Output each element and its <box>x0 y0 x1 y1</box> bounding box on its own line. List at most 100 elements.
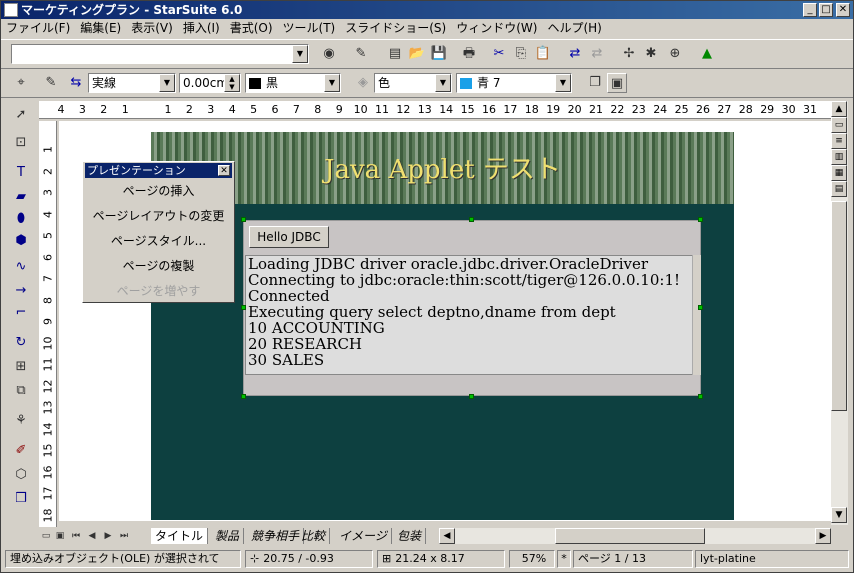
next-page-icon[interactable]: ▶ <box>101 527 115 545</box>
effects-icon[interactable]: ✐ <box>11 441 31 461</box>
alignment-icon[interactable]: ⊞ <box>11 357 31 377</box>
view-mode-icon[interactable]: ▦ <box>831 165 847 181</box>
extrusion-icon[interactable]: ❒ <box>11 489 31 509</box>
copy-icon[interactable]: ⎘ <box>511 44 531 64</box>
text-icon[interactable]: T <box>11 163 31 183</box>
status-zoom[interactable]: 57% <box>509 550 555 568</box>
spin-icon[interactable]: ▲ ▼ <box>224 74 240 92</box>
selection-handle[interactable] <box>469 217 474 222</box>
paste-icon[interactable]: 📋 <box>533 44 553 64</box>
app-icon[interactable] <box>4 3 18 17</box>
chevron-down-icon[interactable]: ▼ <box>324 74 340 92</box>
gallery-icon[interactable]: ⊕ <box>665 44 685 64</box>
prev-page-icon[interactable]: ◀ <box>85 527 99 545</box>
expand-page-item[interactable]: ページを増やす <box>85 282 232 299</box>
page-view-icon[interactable]: ▭ <box>39 527 53 545</box>
tab-comparison[interactable]: 比較 <box>297 528 331 544</box>
redo-icon[interactable]: ⇄ <box>587 44 607 64</box>
area-icon[interactable]: ◈ <box>353 73 373 93</box>
points-icon[interactable]: ⌖ <box>11 73 31 93</box>
stylist-icon[interactable]: ✱ <box>641 44 661 64</box>
close-icon[interactable]: ✕ <box>836 3 850 17</box>
selection-handle[interactable] <box>698 217 703 222</box>
chevron-down-icon[interactable]: ▼ <box>435 74 451 92</box>
view-mode-icon[interactable]: ▥ <box>831 149 847 165</box>
change-layout-item[interactable]: ページレイアウトの変更 <box>85 207 232 224</box>
tab-title[interactable]: タイトル <box>151 528 209 544</box>
master-view-icon[interactable]: ▣ <box>53 527 67 545</box>
menu-item-3[interactable]: 挿入(I) <box>178 19 225 38</box>
horizontal-scrollbar[interactable] <box>455 528 815 544</box>
first-page-icon[interactable]: ⏮ <box>69 527 83 545</box>
menu-item-8[interactable]: ヘルプ(H) <box>542 19 606 38</box>
stop-icon[interactable]: ◉ <box>319 44 339 64</box>
view-mode-icon[interactable]: ▭ <box>831 117 847 133</box>
duplicate-page-item[interactable]: ページの複製 <box>85 257 232 274</box>
undo-icon[interactable]: ⇄ <box>565 44 585 64</box>
insert-page-item[interactable]: ページの挿入 <box>85 182 232 199</box>
scroll-thumb[interactable] <box>831 201 847 411</box>
applet-scrollbar[interactable] <box>692 255 701 375</box>
menu-item-5[interactable]: ツール(T) <box>278 19 341 38</box>
scroll-left-icon[interactable]: ◀ <box>439 528 455 544</box>
selection-handle[interactable] <box>241 217 246 222</box>
insert-icon[interactable]: ⚘ <box>11 411 31 431</box>
scroll-right-icon[interactable]: ▶ <box>815 528 831 544</box>
print-icon[interactable]: 🖶 <box>459 44 479 64</box>
save-icon[interactable]: 💾 <box>429 44 449 64</box>
rectangle-icon[interactable]: ▰ <box>11 187 31 207</box>
arrange-icon[interactable]: ⧉ <box>11 381 31 401</box>
slide-title[interactable]: Java Applet テスト <box>151 149 734 186</box>
selection-handle[interactable] <box>241 394 246 399</box>
line-color-select[interactable]: 黒 ▼ <box>245 73 341 93</box>
view-mode-icon[interactable]: ▤ <box>831 181 847 197</box>
last-page-icon[interactable]: ⏭ <box>117 527 131 545</box>
vertical-scrollbar[interactable]: ▲ ▭ ≡ ▥ ▦ ▤ ▼ <box>831 101 848 525</box>
3d-object-icon[interactable]: ⬢ <box>11 231 31 251</box>
applet-output-text[interactable]: Loading JDBC driver oracle.jdbc.driver.O… <box>245 255 695 375</box>
rotate-icon[interactable]: ↻ <box>11 333 31 353</box>
selection-handle[interactable] <box>241 305 246 310</box>
page-style-item[interactable]: ページスタイル... <box>85 232 232 249</box>
line-icon[interactable]: → <box>11 281 31 301</box>
scroll-up-icon[interactable]: ▲ <box>831 101 847 117</box>
shadow-icon[interactable]: ❐ <box>585 73 605 93</box>
edit-file-icon[interactable]: ✎ <box>351 44 371 64</box>
maximize-icon[interactable]: □ <box>819 3 833 17</box>
menu-item-1[interactable]: 編集(E) <box>75 19 126 38</box>
line-end-icon[interactable]: ✎ <box>41 73 61 93</box>
ellipse-icon[interactable]: ⬮ <box>11 209 31 229</box>
line-style-select[interactable]: 実線 ▼ <box>88 73 176 93</box>
new-icon[interactable]: ▤ <box>385 44 405 64</box>
selection-handle[interactable] <box>698 305 703 310</box>
menu-item-7[interactable]: ウィンドウ(W) <box>451 19 542 38</box>
cut-icon[interactable]: ✂ <box>489 44 509 64</box>
menu-item-0[interactable]: ファイル(F) <box>1 19 75 38</box>
url-combo[interactable]: ▼ <box>11 44 309 64</box>
tab-image[interactable]: イメージ <box>335 528 392 544</box>
chevron-down-icon[interactable]: ▼ <box>292 45 308 63</box>
view-mode-icon[interactable]: ≡ <box>831 133 847 149</box>
close-icon[interactable]: ✕ <box>218 165 230 176</box>
selection-handle[interactable] <box>698 394 703 399</box>
menu-item-6[interactable]: スライドショー(S) <box>340 19 451 38</box>
menu-item-2[interactable]: 表示(V) <box>126 19 178 38</box>
fill-type-select[interactable]: 色 ▼ <box>374 73 452 93</box>
line-style-icon[interactable]: ⇆ <box>66 73 86 93</box>
selection-handle[interactable] <box>469 394 474 399</box>
minimize-icon[interactable]: _ <box>803 3 817 17</box>
tab-product[interactable]: 製品 <box>211 528 245 544</box>
navigator-icon[interactable]: ✢ <box>619 44 639 64</box>
tab-packaging[interactable]: 包装 <box>393 528 427 544</box>
zoom-icon[interactable]: ⊡ <box>11 133 31 153</box>
fill-color-select[interactable]: 青 7 ▼ <box>456 73 572 93</box>
menu-item-4[interactable]: 書式(O) <box>225 19 278 38</box>
select-icon[interactable]: ➚ <box>11 105 31 125</box>
chevron-down-icon[interactable]: ▼ <box>159 74 175 92</box>
open-icon[interactable]: 📂 <box>407 44 427 64</box>
tab-competitors[interactable]: 競争相手 <box>247 528 305 544</box>
hello-jdbc-button[interactable]: Hello JDBC <box>249 226 329 248</box>
curve-icon[interactable]: ∿ <box>11 257 31 277</box>
chevron-down-icon[interactable]: ▼ <box>555 74 571 92</box>
connector-icon[interactable]: ⌐ <box>11 303 31 323</box>
